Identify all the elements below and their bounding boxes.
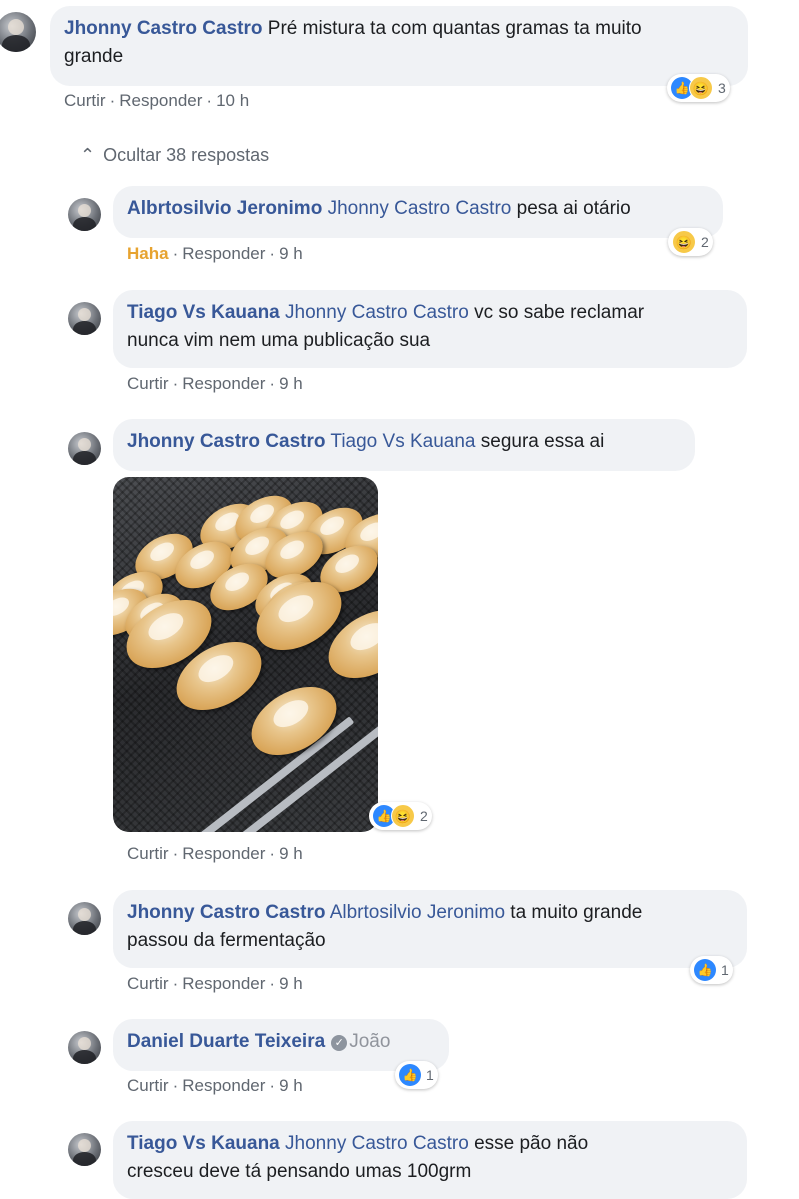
reaction-summary[interactable]: 👍 1 <box>690 956 733 984</box>
reaction-count: 2 <box>701 234 709 250</box>
comment-author[interactable]: Jhonny Castro Castro <box>127 902 325 923</box>
comment-actions: Curtir · Responder · 10 h <box>64 91 250 110</box>
comment-bubble: Jhonny Castro Castro Pré mistura ta com … <box>50 6 748 86</box>
timestamp[interactable]: 9 h <box>279 374 303 393</box>
haha-icon: 😆 <box>689 76 713 100</box>
comment-text: segura essa ai <box>480 431 605 452</box>
mention-link[interactable]: Albrtosilvio Jeronimo <box>330 902 505 923</box>
comment-text: cresceu deve tá pensando umas 100grm <box>127 1161 472 1182</box>
comment-text: vc so sabe reclamar <box>474 302 645 323</box>
comment-text: pesa ai otário <box>516 198 631 219</box>
comment-bubble: Jhonny Castro Castro Albrtosilvio Jeroni… <box>113 890 747 968</box>
reaction-count: 1 <box>721 962 729 978</box>
reaction-summary[interactable]: 👍 😆 2 <box>369 802 432 830</box>
like-button[interactable]: Curtir <box>127 1076 169 1095</box>
timestamp[interactable]: 9 h <box>279 244 303 263</box>
mention-link[interactable]: Tiago Vs Kauana <box>330 431 475 452</box>
reaction-count: 1 <box>426 1067 434 1083</box>
verified-check-icon: ✓ <box>331 1035 348 1051</box>
reply-button[interactable]: Responder <box>119 91 202 110</box>
reaction-summary[interactable]: 👍 😆 3 <box>667 74 730 102</box>
comment-text: ta muito grande <box>510 902 643 923</box>
comment-author[interactable]: Jhonny Castro Castro <box>64 18 262 39</box>
avatar[interactable] <box>68 1031 101 1064</box>
like-button[interactable]: Curtir <box>127 974 169 993</box>
haha-reacted-button[interactable]: Haha <box>127 244 169 263</box>
comment-text: grande <box>64 46 124 67</box>
timestamp[interactable]: 10 h <box>216 91 249 110</box>
mention-link[interactable]: Jhonny Castro Castro <box>328 198 512 219</box>
comment-actions: Curtir · Responder · 9 h <box>127 974 303 993</box>
like-button[interactable]: Curtir <box>127 844 169 863</box>
timestamp[interactable]: 9 h <box>279 844 303 863</box>
reply-button[interactable]: Responder <box>182 974 265 993</box>
comment-bubble: Daniel Duarte Teixeira ✓ João <box>113 1019 449 1071</box>
chevron-up-icon: ⌃ <box>80 145 96 165</box>
mention-link[interactable]: Jhonny Castro Castro <box>285 1133 469 1154</box>
reaction-summary[interactable]: 😆 2 <box>668 228 713 256</box>
haha-icon: 😆 <box>391 804 415 828</box>
reply-button[interactable]: Responder <box>182 244 265 263</box>
reaction-count: 3 <box>718 80 726 96</box>
comment-author[interactable]: Albrtosilvio Jeronimo <box>127 198 322 219</box>
comment-author[interactable]: Daniel Duarte Teixeira <box>127 1031 325 1052</box>
reaction-summary[interactable]: 👍 1 <box>395 1061 438 1089</box>
comment-text: nunca vim nem uma publicação sua <box>127 330 431 351</box>
hide-replies-toggle[interactable]: ⌃ Ocultar 38 respostas <box>80 145 269 166</box>
comment-text: Pré mistura ta com quantas gramas ta mui… <box>267 18 642 39</box>
comment-author[interactable]: Jhonny Castro Castro <box>127 431 325 452</box>
avatar[interactable] <box>68 302 101 335</box>
reply-button[interactable]: Responder <box>182 844 265 863</box>
timestamp[interactable]: 9 h <box>279 974 303 993</box>
comment-text: esse pão não <box>474 1133 589 1154</box>
comment-bubble: Tiago Vs Kauana Jhonny Castro Castro vc … <box>113 290 747 368</box>
avatar[interactable] <box>68 902 101 935</box>
avatar[interactable] <box>68 198 101 231</box>
like-button[interactable]: Curtir <box>64 91 106 110</box>
like-button[interactable]: Curtir <box>127 374 169 393</box>
comment-text: passou da fermentação <box>127 930 326 951</box>
reply-button[interactable]: Responder <box>182 374 265 393</box>
avatar[interactable] <box>68 1133 101 1166</box>
comment-actions: Curtir · Responder · 9 h <box>127 1076 303 1095</box>
hide-replies-label: Ocultar 38 respostas <box>103 145 270 165</box>
comment-bubble: Jhonny Castro Castro Tiago Vs Kauana seg… <box>113 419 695 471</box>
comment-actions: Curtir · Responder · 9 h <box>127 844 303 863</box>
reply-button[interactable]: Responder <box>182 1076 265 1095</box>
comment-actions: Haha · Responder · 9 h <box>127 244 303 263</box>
like-icon: 👍 <box>399 1064 421 1086</box>
avatar[interactable] <box>68 432 101 465</box>
attached-photo-bread[interactable] <box>113 477 378 832</box>
comment-actions: Curtir · Responder · 9 h <box>127 374 303 393</box>
timestamp[interactable]: 9 h <box>279 1076 303 1095</box>
reaction-count: 2 <box>420 808 428 824</box>
avatar[interactable] <box>0 12 36 52</box>
comment-author[interactable]: Tiago Vs Kauana <box>127 1133 280 1154</box>
comment-author[interactable]: Tiago Vs Kauana <box>127 302 280 323</box>
haha-icon: 😆 <box>672 230 696 254</box>
comment-bubble: Tiago Vs Kauana Jhonny Castro Castro ess… <box>113 1121 747 1199</box>
page-tag[interactable]: João <box>349 1031 390 1052</box>
mention-link[interactable]: Jhonny Castro Castro <box>285 302 469 323</box>
comment-bubble: Albrtosilvio Jeronimo Jhonny Castro Cast… <box>113 186 723 238</box>
like-icon: 👍 <box>694 959 716 981</box>
